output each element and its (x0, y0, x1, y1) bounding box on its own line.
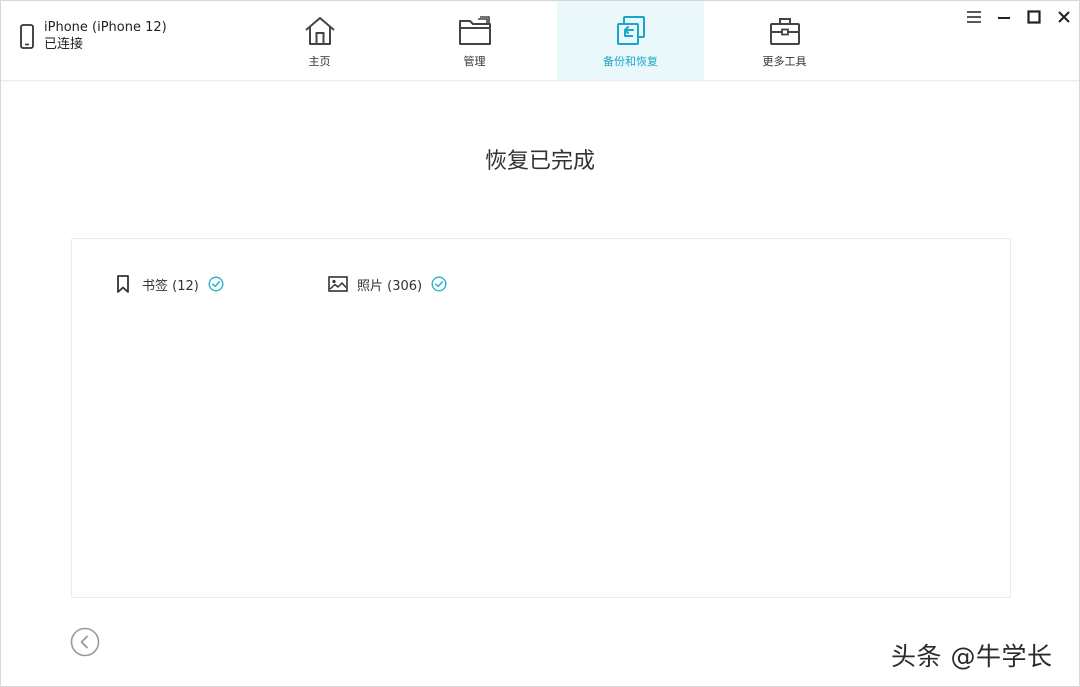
maximize-icon (1027, 10, 1041, 24)
device-info: iPhone (iPhone 12) 已连接 (19, 19, 167, 53)
list-item-bookmarks: 书签 (12) (113, 274, 224, 294)
menu-icon (967, 11, 981, 23)
page-title: 恢复已完成 (484, 149, 595, 174)
home-icon (304, 17, 335, 45)
folder-icon (458, 16, 491, 45)
tab-backup-restore[interactable]: 备份和恢复 (557, 1, 704, 80)
item-label: 书签 (12) (142, 278, 199, 294)
list-item-photos: 照片 (306) (328, 274, 447, 294)
bookmark-icon (117, 275, 129, 293)
tab-home[interactable]: 主页 (246, 1, 393, 80)
tab-home-label: 主页 (308, 55, 331, 68)
watermark: 头条 @牛学长 (891, 642, 1053, 671)
close-button[interactable] (1049, 7, 1079, 27)
tab-more-tools-label: 更多工具 (762, 55, 807, 68)
image-icon (328, 276, 348, 292)
item-label: 照片 (306) (357, 278, 423, 294)
tab-backup-restore-label: 备份和恢复 (603, 55, 658, 68)
app-window: iPhone (iPhone 12) 已连接 主页 管理 备份和恢复 更多工具 … (0, 0, 1080, 687)
window-controls (959, 7, 1079, 27)
check-circle-icon (208, 276, 224, 292)
check-circle-icon (431, 276, 447, 292)
maximize-button[interactable] (1019, 7, 1049, 27)
phone-icon (20, 24, 34, 49)
device-name: iPhone (iPhone 12) (44, 20, 167, 35)
backup-restore-icon (616, 16, 645, 45)
minimize-button[interactable] (989, 7, 1019, 27)
toolbox-icon (769, 18, 800, 45)
back-button[interactable] (70, 627, 100, 657)
restore-result-panel: 书签 (12) 照片 (306) (71, 238, 1011, 598)
tab-manage[interactable]: 管理 (401, 1, 548, 80)
device-status: 已连接 (44, 37, 84, 52)
minimize-icon (998, 17, 1010, 19)
menu-button[interactable] (959, 7, 989, 27)
close-icon (1058, 11, 1070, 23)
top-bar: iPhone (iPhone 12) 已连接 主页 管理 备份和恢复 更多工具 (1, 1, 1079, 81)
tab-manage-label: 管理 (463, 55, 486, 68)
tab-more-tools[interactable]: 更多工具 (711, 1, 858, 80)
back-arrow-icon (70, 627, 100, 657)
